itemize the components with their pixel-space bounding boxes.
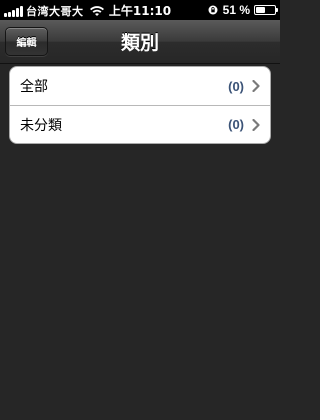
chevron-right-icon [252, 80, 260, 92]
status-right: 51 % [208, 3, 278, 17]
list-item-uncategorized[interactable]: 未分類 (0) [10, 105, 270, 143]
page-title: 類別 [120, 32, 159, 54]
rotation-lock-icon [208, 5, 218, 15]
list-item-all[interactable]: 全部 (0) [10, 67, 270, 105]
category-list: 全部 (0) 未分類 (0) [9, 66, 271, 144]
category-count: (0) [228, 117, 244, 132]
category-label: 全部 [20, 79, 48, 95]
category-label: 未分類 [20, 117, 62, 134]
chevron-right-icon [252, 118, 260, 131]
category-count: (0) [228, 78, 244, 94]
battery-icon [254, 5, 278, 15]
status-bar: 台湾大哥大 上午11:10 51 % [0, 0, 280, 20]
navigation-bar: 編輯 類別 [0, 20, 280, 64]
battery-fill [256, 7, 266, 13]
battery-percent: 51 % [222, 3, 250, 17]
